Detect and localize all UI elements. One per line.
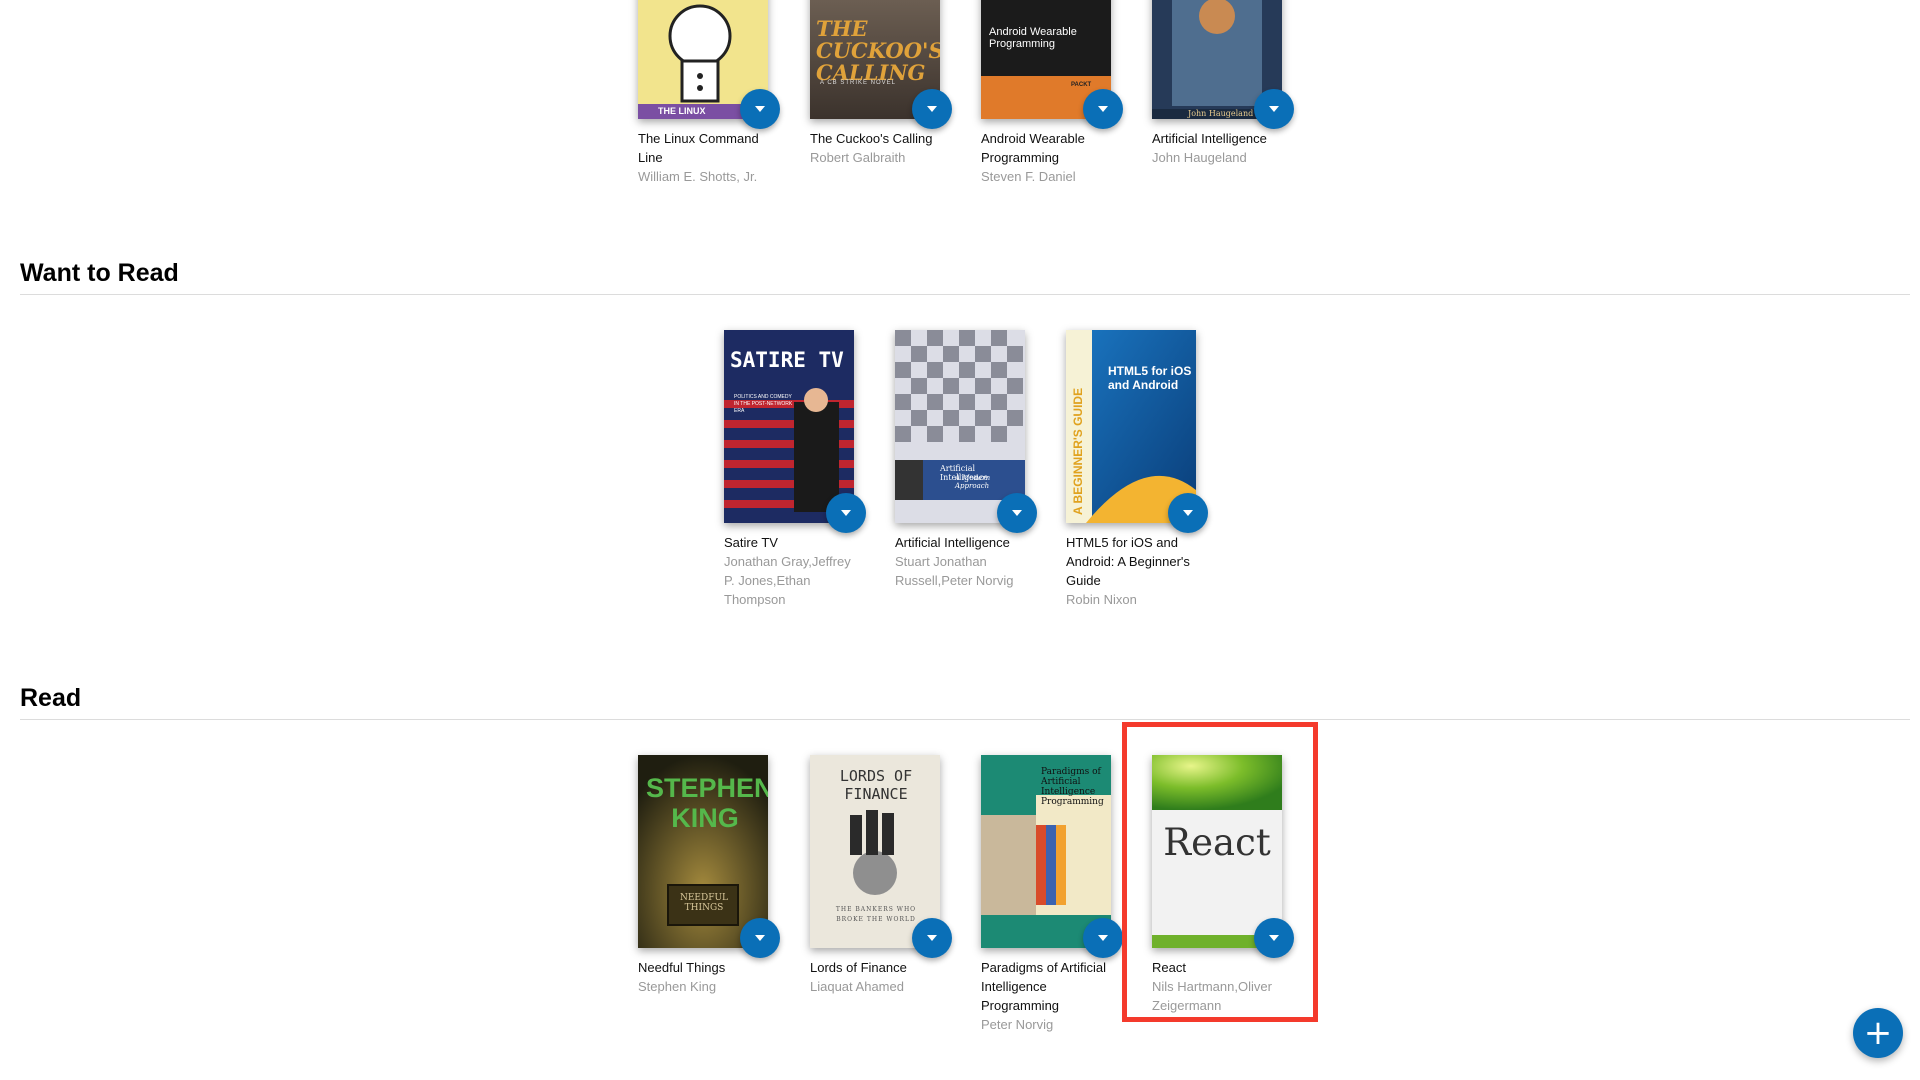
- book-authors: Robin Nixon: [1066, 592, 1137, 607]
- book-cover-wrap: Artificial Intelligence A Modern Approac…: [895, 330, 1037, 533]
- bookshelf-page: THE LINUX The Linux Command Line William…: [0, 0, 1920, 1080]
- book-title: The Cuckoo's Calling: [810, 131, 933, 146]
- book-authors: Jonathan Gray,Jeffrey P. Jones,Ethan Tho…: [724, 554, 851, 607]
- book-title: Artificial Intelligence: [895, 535, 1010, 550]
- cover-title-text: LORDS OF FINANCE: [839, 767, 913, 803]
- chevron-down-icon: [927, 935, 937, 941]
- book-cover-wrap: LORDS OF FINANCE THE BANKERS WHO BROKE T…: [810, 755, 952, 958]
- shelf-changer-button[interactable]: [740, 918, 780, 958]
- chevron-down-icon: [1098, 935, 1108, 941]
- book-title: Paradigms of Artificial Intelligence Pro…: [981, 960, 1106, 1013]
- book-cover-wrap: Paradigms of Artificial Intelligence Pro…: [981, 755, 1123, 958]
- book-title: Artificial Intelligence: [1152, 131, 1267, 146]
- cover-subtitle-text: A CB STRIKE NOVEL: [820, 80, 897, 86]
- book-cover[interactable]: STEPHEN KING NEEDFUL THINGS: [638, 755, 768, 948]
- cover-subtitle-text: A Modern Approach: [955, 474, 991, 490]
- cover-subtitle-text: NEEDFUL THINGS: [679, 893, 729, 913]
- book-cover[interactable]: LORDS OF FINANCE THE BANKERS WHO BROKE T…: [810, 755, 940, 948]
- book-cover[interactable]: A BEGINNER'S GUIDE HTML5 for iOS and And…: [1066, 330, 1196, 523]
- book-title: Satire TV: [724, 535, 778, 550]
- chevron-down-icon: [1269, 106, 1279, 112]
- book-title: The Linux Command Line: [638, 131, 759, 165]
- shelf-changer-button[interactable]: [826, 493, 866, 533]
- shelf-want-to-read: Want to Read SATIRE TV POLITICS AND COME…: [20, 258, 1910, 607]
- shelf-changer-button[interactable]: [740, 89, 780, 129]
- cover-title-text: SATIRE TV: [730, 348, 844, 372]
- book-item: Artificial Intelligence A Modern Approac…: [895, 330, 1037, 590]
- book-item: LORDS OF FINANCE THE BANKERS WHO BROKE T…: [810, 755, 952, 996]
- book-cover-wrap: STEPHEN KING NEEDFUL THINGS: [638, 755, 780, 958]
- book-authors: William E. Shotts, Jr.: [638, 169, 758, 184]
- cover-art: [1066, 330, 1196, 523]
- book-cover-wrap: React: [1152, 755, 1294, 958]
- book-title: React: [1152, 960, 1186, 975]
- shelf-changer-button[interactable]: [1083, 918, 1123, 958]
- cover-title-text: STEPHEN KING: [646, 773, 768, 833]
- shelf-changer-button[interactable]: [1254, 918, 1294, 958]
- book-item: A BEGINNER'S GUIDE HTML5 for iOS and And…: [1066, 330, 1208, 609]
- book-cover-wrap: SATIRE TV POLITICS AND COMEDY IN THE POS…: [724, 330, 866, 533]
- book-authors: Steven F. Daniel: [981, 169, 1076, 184]
- chevron-down-icon: [1183, 510, 1193, 516]
- cover-title-text: THE CUCKOO'S CALLING: [816, 16, 940, 85]
- cover-title-text: Paradigms of Artificial Intelligence Pro…: [1041, 767, 1104, 807]
- book-authors: John Haugeland: [1152, 150, 1247, 165]
- book-item: Paradigms of Artificial Intelligence Pro…: [981, 755, 1123, 1034]
- book-cover[interactable]: Paradigms of Artificial Intelligence Pro…: [981, 755, 1111, 948]
- book-authors: Stuart Jonathan Russell,Peter Norvig: [895, 554, 1014, 588]
- chevron-down-icon: [1269, 935, 1279, 941]
- cover-author-text: John Haugeland: [1188, 109, 1254, 118]
- chevron-down-icon: [1098, 106, 1108, 112]
- book-cover-wrap: THE LINUX: [638, 0, 780, 129]
- shelf-changer-button[interactable]: [997, 493, 1037, 533]
- chevron-down-icon: [927, 106, 937, 112]
- shelf-title: Read: [20, 683, 1910, 720]
- book-authors: Peter Norvig: [981, 1017, 1054, 1032]
- book-title: Android Wearable Programming: [981, 131, 1085, 165]
- book-cover-wrap: John Haugeland: [1152, 0, 1294, 129]
- book-title: HTML5 for iOS and Android: A Beginner's …: [1066, 535, 1190, 588]
- shelf-changer-button[interactable]: [912, 918, 952, 958]
- book-item: React React Nils Hartmann,Oliver Zeigerm…: [1152, 755, 1294, 1015]
- book-cover[interactable]: SATIRE TV POLITICS AND COMEDY IN THE POS…: [724, 330, 854, 523]
- shelf-changer-button[interactable]: [1083, 89, 1123, 129]
- book-item: STEPHEN KING NEEDFUL THINGS Needful Thin…: [638, 755, 780, 996]
- cover-art: [895, 330, 1025, 523]
- book-cover[interactable]: React: [1152, 755, 1282, 948]
- shelf-changer-button[interactable]: [912, 89, 952, 129]
- cover-title-text: Android Wearable Programming: [989, 26, 1077, 50]
- cover-subtitle-text: THE BANKERS WHO BROKE THE WORLD: [835, 906, 917, 923]
- shelf-read: Read STEPHEN KING NEEDFUL THINGS Needful…: [20, 683, 1910, 1032]
- book-title: Lords of Finance: [810, 960, 907, 975]
- book-cover-wrap: Android Wearable Programming PACKT: [981, 0, 1123, 129]
- chevron-down-icon: [755, 935, 765, 941]
- book-cover-wrap: THE CUCKOO'S CALLING A CB STRIKE NOVEL: [810, 0, 952, 129]
- shelf-changer-button[interactable]: [1168, 493, 1208, 533]
- cover-badge-text: PACKT: [1071, 82, 1092, 88]
- book-cover-wrap: A BEGINNER'S GUIDE HTML5 for iOS and And…: [1066, 330, 1208, 533]
- book-item: SATIRE TV POLITICS AND COMEDY IN THE POS…: [724, 330, 866, 609]
- book-authors: Robert Galbraith: [810, 150, 906, 165]
- cover-title-text: React: [1163, 821, 1271, 864]
- shelf-title: Want to Read: [20, 258, 1910, 295]
- book-authors: Liaquat Ahamed: [810, 979, 904, 994]
- book-item: Android Wearable Programming PACKT Andro…: [981, 0, 1123, 186]
- cover-subtitle-text: POLITICS AND COMEDY IN THE POST-NETWORK …: [734, 394, 793, 414]
- book-title: Needful Things: [638, 960, 726, 975]
- cover-title-text: HTML5 for iOS and Android: [1108, 364, 1192, 392]
- book-authors: Nils Hartmann,Oliver Zeigermann: [1152, 979, 1272, 1013]
- chevron-down-icon: [1012, 510, 1022, 516]
- book-item: THE LINUX The Linux Command Line William…: [638, 0, 780, 186]
- cover-title-text: THE LINUX: [658, 106, 706, 116]
- shelf-changer-button[interactable]: [1254, 89, 1294, 129]
- book-cover[interactable]: Artificial Intelligence A Modern Approac…: [895, 330, 1025, 523]
- chevron-down-icon: [755, 106, 765, 112]
- book-authors: Stephen King: [638, 979, 717, 994]
- book-item: THE CUCKOO'S CALLING A CB STRIKE NOVEL T…: [810, 0, 952, 167]
- add-book-button[interactable]: +: [1853, 1008, 1903, 1058]
- chevron-down-icon: [841, 510, 851, 516]
- cover-series-text: A BEGINNER'S GUIDE: [1071, 387, 1085, 515]
- book-item: John Haugeland Artificial Intelligence J…: [1152, 0, 1294, 167]
